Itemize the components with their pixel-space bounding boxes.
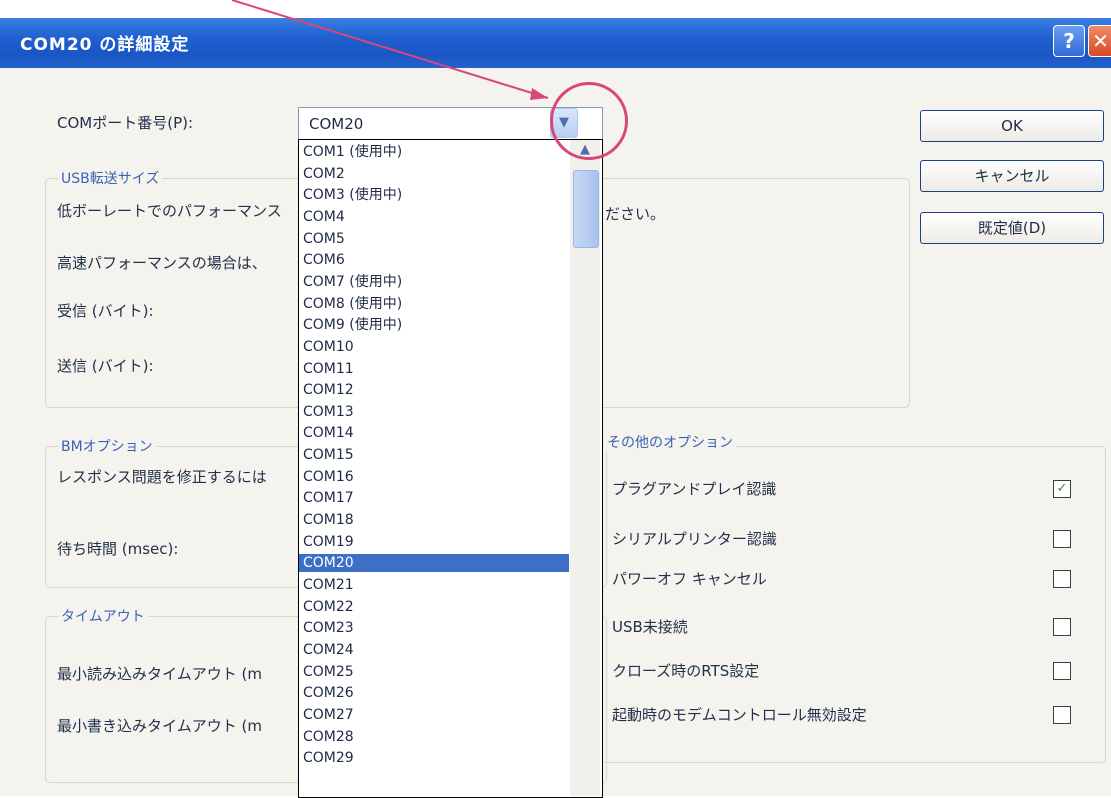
annotation-arrow-icon: [231, 0, 549, 100]
